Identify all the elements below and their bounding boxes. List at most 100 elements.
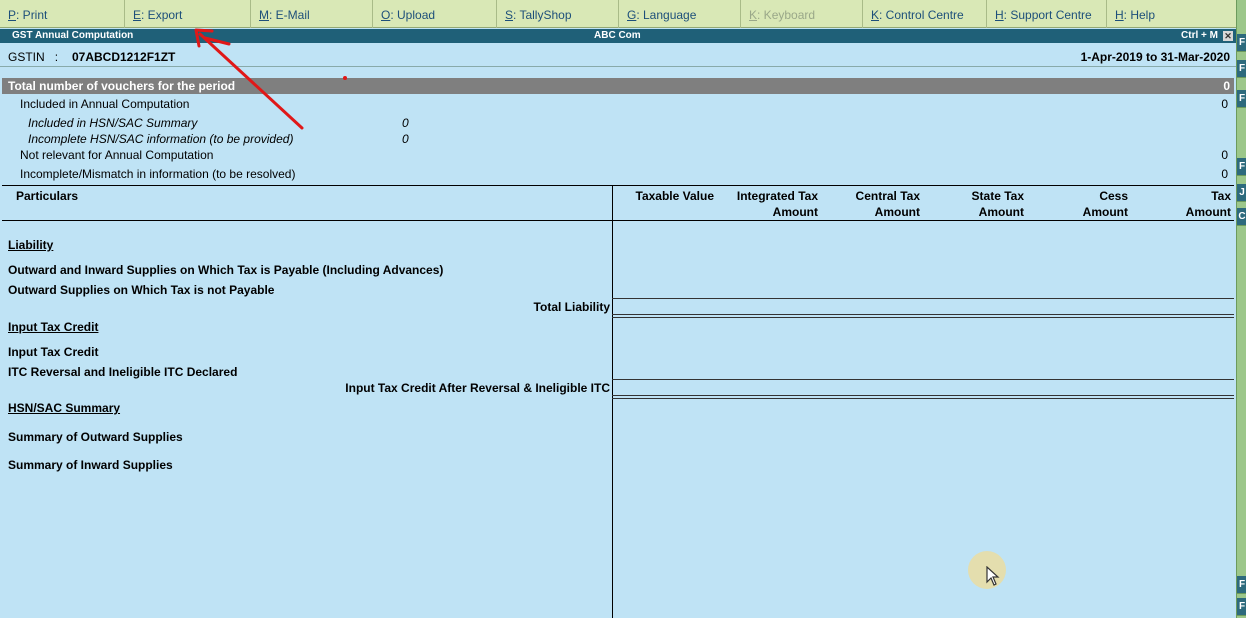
keyboard-shortcut-key: K — [749, 8, 758, 22]
table-top-border — [2, 185, 1234, 186]
tallyshop-shortcut-key: S — [505, 8, 514, 22]
central-tax-header-line1: Central Tax — [855, 189, 920, 203]
side-key-j[interactable]: J — [1237, 184, 1246, 202]
mouse-pointer-icon — [986, 566, 1000, 586]
language-shortcut-key: G — [627, 8, 637, 22]
total-liability-label: Total Liability — [533, 300, 610, 314]
shortcut-hint: Ctrl + M — [1181, 30, 1218, 41]
itc-reversal-row[interactable]: ITC Reversal and Ineligible ITC Declared — [8, 365, 237, 379]
gstin-row: GSTIN : 07ABCD1212F1ZT 1-Apr-2019 to 31-… — [0, 43, 1236, 67]
tax-amount-header-line2: Amount — [1185, 205, 1231, 219]
itc-section-title: Input Tax Credit — [8, 320, 99, 334]
central-tax-header: Central Tax Amount — [822, 188, 920, 220]
table-header-bottom-border — [2, 220, 1234, 221]
close-icon[interactable]: ✕ — [1223, 31, 1233, 41]
incomplete-hsn-value: 0 — [402, 132, 409, 146]
tax-amount-header: Tax Amount — [1134, 188, 1231, 220]
keyboard-button: K: Keyboard — [740, 0, 862, 28]
period-range[interactable]: 1-Apr-2019 to 31-Mar-2020 — [1081, 50, 1230, 64]
side-button-strip: F F F F J C F F — [1236, 0, 1246, 618]
control-centre-button[interactable]: K: Control Centre — [862, 0, 986, 28]
upload-label: : Upload — [390, 8, 436, 22]
taxable-value-header: Taxable Value — [616, 188, 715, 204]
state-tax-header-line1: State Tax — [971, 189, 1024, 203]
hsn-section-title: HSN/SAC Summary — [8, 401, 121, 415]
tallyshop-button[interactable]: S: TallyShop — [496, 0, 618, 28]
side-key-f[interactable]: F — [1237, 598, 1246, 616]
integrated-tax-header-line2: Amount — [772, 205, 818, 219]
total-liability-bottom-rule — [612, 314, 1234, 315]
outward-inward-supplies-row[interactable]: Outward and Inward Supplies on Which Tax… — [8, 263, 443, 277]
state-tax-header: State Tax Amount — [926, 188, 1024, 220]
state-tax-header-line2: Amount — [978, 205, 1024, 219]
mismatch-label[interactable]: Incomplete/Mismatch in information (to b… — [20, 167, 295, 183]
export-shortcut-key: E — [133, 8, 142, 22]
email-button[interactable]: M: E-Mail — [250, 0, 372, 28]
control-centre-label: : Control Centre — [879, 8, 964, 22]
integrated-tax-header: Integrated Tax Amount — [718, 188, 818, 220]
side-key-f[interactable]: F — [1237, 158, 1246, 176]
tallyshop-label: : TallyShop — [513, 8, 572, 22]
inward-summary-row[interactable]: Summary of Inward Supplies — [8, 458, 173, 472]
upload-button[interactable]: O: Upload — [372, 0, 496, 28]
not-relevant-value: 0 — [1221, 148, 1228, 162]
side-key-f[interactable]: F — [1237, 90, 1246, 108]
hsn-included-label[interactable]: Included in HSN/SAC Summary — [28, 116, 197, 132]
central-tax-header-line2: Amount — [874, 205, 920, 219]
mismatch-value: 0 — [1221, 167, 1228, 181]
print-label: : Print — [16, 8, 48, 22]
help-shortcut-key: H — [1115, 8, 1124, 22]
total-vouchers-label: Total number of vouchers for the period — [8, 79, 236, 93]
itc-after-reversal-label: Input Tax Credit After Reversal & Inelig… — [345, 381, 610, 395]
itc-after-double-rule — [612, 398, 1234, 399]
total-liability-double-rule — [612, 317, 1234, 318]
side-key-f[interactable]: F — [1237, 34, 1246, 52]
email-shortcut-key: M — [259, 8, 269, 22]
company-name: ABC Com — [594, 30, 641, 41]
cess-header-line1: Cess — [1099, 189, 1128, 203]
included-label[interactable]: Included in Annual Computation — [20, 97, 189, 113]
report-title: GST Annual Computation — [12, 30, 134, 41]
side-key-c[interactable]: C — [1237, 208, 1246, 226]
hsn-included-value: 0 — [402, 116, 409, 130]
integrated-tax-header-line1: Integrated Tax — [736, 189, 818, 203]
incomplete-hsn-label[interactable]: Incomplete HSN/SAC information (to be pr… — [28, 132, 293, 148]
gstin-label-text: GSTIN — [8, 50, 45, 64]
total-vouchers-row[interactable]: Total number of vouchers for the period … — [2, 78, 1234, 94]
print-button[interactable]: P: Print — [0, 0, 128, 28]
print-shortcut-key: P — [8, 8, 17, 22]
liability-section-title: Liability — [8, 238, 54, 252]
keyboard-label: : Keyboard — [757, 8, 816, 22]
tax-amount-header-line1: Tax — [1211, 189, 1231, 203]
help-label: : Help — [1123, 8, 1156, 22]
help-button[interactable]: H: Help — [1106, 0, 1236, 28]
export-button[interactable]: E: Export — [124, 0, 250, 28]
outward-summary-row[interactable]: Summary of Outward Supplies — [8, 430, 183, 444]
support-centre-shortcut-key: H — [995, 8, 1004, 22]
column-divider — [612, 185, 613, 618]
side-key-f[interactable]: F — [1237, 576, 1246, 594]
itc-after-bottom-rule — [612, 395, 1234, 396]
control-centre-shortcut-key: K — [871, 8, 880, 22]
language-label: : Language — [636, 8, 697, 22]
report-title-bar: GST Annual Computation ABC Com Ctrl + M … — [0, 29, 1236, 43]
cess-header-line2: Amount — [1082, 205, 1128, 219]
language-button[interactable]: G: Language — [618, 0, 740, 28]
support-centre-label: : Support Centre — [1003, 8, 1092, 22]
particulars-header: Particulars — [16, 189, 79, 203]
taxable-value-header-line1: Taxable Value — [635, 189, 715, 203]
total-liability-top-rule — [612, 298, 1234, 299]
input-tax-credit-row[interactable]: Input Tax Credit — [8, 345, 98, 359]
gstin-separator: : — [54, 50, 59, 64]
cess-header: Cess Amount — [1030, 188, 1128, 220]
gstin-value: 07ABCD1212F1ZT — [72, 50, 176, 64]
outward-not-payable-row[interactable]: Outward Supplies on Which Tax is not Pay… — [8, 283, 274, 297]
included-value: 0 — [1221, 97, 1228, 111]
side-key-f[interactable]: F — [1237, 60, 1246, 78]
support-centre-button[interactable]: H: Support Centre — [986, 0, 1106, 28]
email-label: : E-Mail — [269, 8, 310, 22]
total-vouchers-value: 0 — [1223, 79, 1230, 93]
button-bar: P: Print E: Export M: E-Mail O: Upload S… — [0, 0, 1236, 28]
itc-after-top-rule — [612, 379, 1234, 380]
not-relevant-label[interactable]: Not relevant for Annual Computation — [20, 148, 213, 164]
